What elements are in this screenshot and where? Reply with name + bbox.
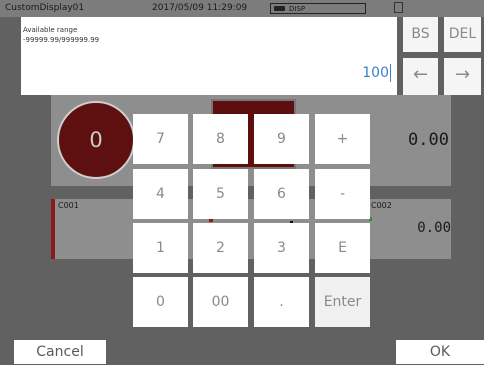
bs-button[interactable]: BS (403, 17, 438, 52)
file-icon (394, 2, 403, 13)
key-9[interactable]: 9 (254, 114, 309, 164)
key-4[interactable]: 4 (133, 169, 188, 219)
arrow-right-icon: → (454, 64, 471, 85)
key-decimal[interactable]: . (254, 277, 309, 327)
key-6[interactable]: 6 (254, 169, 309, 219)
text-caret (390, 64, 391, 82)
key-0[interactable]: 0 (133, 277, 188, 327)
key-2[interactable]: 2 (193, 223, 248, 273)
c002-label: C002 (371, 201, 392, 210)
cursor-right-button[interactable]: → (444, 58, 481, 95)
storage-icon (274, 6, 285, 11)
key-3[interactable]: 3 (254, 223, 309, 273)
disp-label: DISP (289, 5, 306, 13)
key-plus[interactable]: + (315, 114, 370, 164)
key-e[interactable]: E (315, 223, 370, 273)
key-00[interactable]: 00 (193, 277, 248, 327)
title-bar: CustomDisplay01 2017/05/09 11:29:09 DISP (0, 0, 484, 17)
key-7[interactable]: 7 (133, 114, 188, 164)
available-range-label: Available range (23, 26, 78, 34)
cancel-button[interactable]: Cancel (14, 340, 106, 364)
value-top-right: 0.00 (408, 130, 449, 150)
numeric-entry-display: Available range -99999.99/999999.99 100 (21, 17, 397, 95)
c001-bar (51, 199, 55, 259)
c001-label: C001 (58, 201, 79, 210)
value-mid-right: 0.00 (417, 220, 451, 236)
key-enter[interactable]: Enter (315, 277, 370, 327)
arrow-left-icon: ← (412, 64, 429, 85)
c001-panel: C001 (51, 199, 141, 259)
c002-panel: C002 0.00 (369, 199, 451, 259)
available-range-value: -99999.99/999999.99 (23, 36, 100, 44)
screen-title: CustomDisplay01 (5, 3, 85, 13)
ok-button[interactable]: OK (396, 340, 484, 364)
lamp-value: 0 (89, 128, 103, 152)
cursor-left-button[interactable]: ← (403, 58, 438, 95)
lamp-circle: 0 (57, 101, 135, 179)
key-5[interactable]: 5 (193, 169, 248, 219)
disp-indicator: DISP (270, 3, 366, 14)
key-minus[interactable]: - (315, 169, 370, 219)
key-1[interactable]: 1 (133, 223, 188, 273)
key-8[interactable]: 8 (193, 114, 248, 164)
value-panel-top: 0.00 (369, 95, 451, 186)
datetime: 2017/05/09 11:29:09 (152, 3, 248, 13)
entry-value[interactable]: 100 (362, 65, 389, 81)
del-button[interactable]: DEL (444, 17, 481, 52)
